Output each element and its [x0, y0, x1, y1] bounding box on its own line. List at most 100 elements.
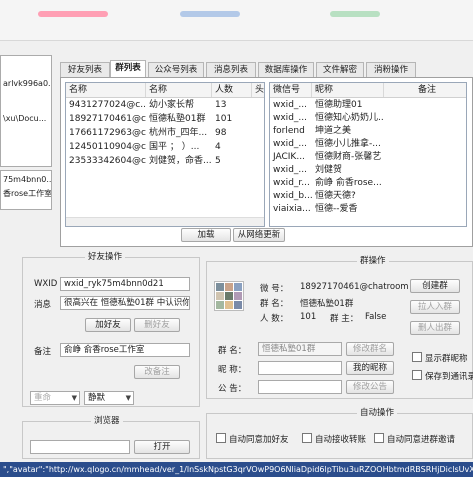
show-group-nick-checkbox[interactable]: 显示群昵称	[412, 352, 468, 364]
column-header[interactable]: 头	[252, 83, 264, 97]
table-row[interactable]: wxid_... 恒德小儿推拿-...	[270, 138, 466, 151]
table-row[interactable]: wxid_r... 俞峥 俞香rose...	[270, 177, 466, 190]
silent-select[interactable]: 静默 ▼	[84, 391, 134, 405]
checkbox-label: 显示群昵称	[425, 354, 468, 364]
horizontal-scrollbar[interactable]	[66, 217, 264, 226]
auto-accept-invite-checkbox[interactable]: 自动同意进群邀请	[374, 433, 455, 445]
table-row[interactable]: forlend 坤道之美	[270, 125, 466, 138]
left-panel-lower: 75m4bnn0... 香rose工作室	[0, 170, 52, 210]
table-cell: 13	[215, 100, 227, 110]
checkbox-label: 自动同意加好友	[229, 435, 289, 445]
column-header[interactable]: 微信号	[270, 83, 312, 97]
left-panel-list[interactable]: arlvk996a0... \xu\Docu...	[0, 55, 52, 167]
group-owner-value: False	[365, 312, 387, 322]
checkbox-box	[374, 433, 384, 443]
tab-groups[interactable]: 群列表	[110, 60, 146, 77]
auto-accept-friend-checkbox[interactable]: 自动同意加好友	[216, 433, 289, 445]
column-header[interactable]: 名称	[66, 83, 146, 97]
table-cell: JACIK...	[273, 152, 305, 162]
table-row[interactable]: 17661172963@c... 杭州市_四年... 98	[66, 127, 264, 140]
group-name-label: 群 名：	[260, 299, 289, 309]
table-cell: wxid_...	[273, 139, 307, 149]
create-group-button[interactable]: 创建群	[410, 279, 460, 293]
add-friend-button[interactable]: 加好友	[85, 318, 131, 332]
group-title: 自动操作	[357, 408, 398, 419]
table-cell: 俞峥 俞香rose...	[315, 178, 382, 188]
remark-field[interactable]: 俞峥 俞香rose工作室	[60, 343, 190, 357]
group-title: 群操作	[357, 256, 389, 267]
table-row[interactable]: 23533342604@c... 刘健贺，命香... 5	[66, 155, 264, 168]
notice-field[interactable]	[258, 380, 342, 394]
column-header[interactable]: 人数	[212, 83, 252, 97]
table-row[interactable]: wxid_... 刘健贺	[270, 164, 466, 177]
checkbox-label: 保存到通讯录	[425, 372, 473, 382]
left-list-item[interactable]: 75m4bnn0...	[1, 171, 51, 186]
browser-url-field[interactable]	[30, 440, 130, 454]
table-cell: 恒德助理01	[315, 100, 363, 110]
left-list-item[interactable]: \xu\Docu...	[1, 111, 51, 126]
group-title: 浏览器	[91, 416, 123, 427]
table-cell: 101	[215, 114, 233, 124]
tab-decrypt[interactable]: 文件解密	[316, 62, 364, 77]
table-row[interactable]: 18927170461@c... 恒德私塾01群 101	[66, 113, 264, 126]
left-list-item[interactable]: 香rose工作室	[1, 186, 51, 201]
table-cell: 18927170461@c...	[69, 114, 146, 124]
edit-notice-button[interactable]: 修改公告	[346, 380, 394, 394]
nickname-field[interactable]	[258, 361, 342, 375]
delete-friend-button[interactable]: 删好友	[134, 318, 180, 332]
tab-database[interactable]: 数据库操作	[258, 62, 314, 77]
auto-receive-transfer-checkbox[interactable]: 自动接收转账	[302, 433, 366, 445]
table-row[interactable]: 12450110904@c... 国平 ； ）... 4	[66, 141, 264, 154]
my-nickname-button[interactable]: 我的昵称	[346, 361, 394, 375]
wxid-field[interactable]: wxid_ryk75m4bnn0d21	[60, 277, 190, 291]
tab-friends[interactable]: 好友列表	[60, 62, 110, 77]
load-button[interactable]: 加载	[181, 228, 231, 242]
group-count-value: 101	[300, 312, 317, 322]
column-header[interactable]: 名称	[146, 83, 212, 97]
select-value: 重命	[34, 393, 52, 403]
rename-label: 群 名：	[218, 346, 247, 356]
message-field[interactable]: 很高兴在 恒德私塾01群 中认识你	[60, 296, 190, 310]
group-name-field[interactable]: 恒德私塾01群	[258, 342, 342, 356]
open-button[interactable]: 打开	[134, 440, 190, 454]
table-cell: 恒德--爱香	[315, 204, 358, 214]
update-from-network-button[interactable]: 从网络更新	[233, 228, 285, 242]
title-blur-2	[180, 11, 240, 17]
column-header[interactable]: 备注	[384, 83, 466, 97]
table-row[interactable]: wxid_... 恒德助理01	[270, 99, 466, 112]
group-list-grid[interactable]: 名称 名称 人数 头 9431277024@c... 幼小家长帮 13 1892…	[65, 82, 265, 227]
tab-official[interactable]: 公众号列表	[148, 62, 204, 77]
checkbox-label: 自动接收转账	[315, 435, 367, 445]
tab-unfollow[interactable]: 消粉操作	[366, 62, 416, 77]
pull-into-group-button[interactable]: 拉人入群	[410, 300, 460, 314]
tab-messages[interactable]: 消息列表	[206, 62, 256, 77]
chevron-down-icon: ▼	[125, 394, 131, 402]
table-row[interactable]: wxid_b... 恒德天德?	[270, 190, 466, 203]
rename-group-button[interactable]: 修改群名	[346, 342, 394, 356]
save-contacts-checkbox[interactable]: 保存到通讯录	[412, 370, 473, 382]
table-cell: wxid_...	[273, 100, 307, 110]
column-header[interactable]: 昵称	[312, 83, 384, 97]
left-list-item[interactable]: arlvk996a0...	[1, 76, 51, 91]
table-cell: 恒德知心奶奶儿...	[315, 113, 384, 123]
rename-select[interactable]: 重命 ▼	[30, 391, 80, 405]
table-cell: wxid_r...	[273, 178, 310, 188]
table-cell: 12450110904@c...	[69, 142, 146, 152]
group-wxid-value: 18927170461@chatroom	[300, 282, 409, 292]
group-name-value: 恒德私塾01群	[300, 299, 354, 309]
table-row[interactable]: JACIK... 恒德财商-张馨艺	[270, 151, 466, 164]
edit-remark-button[interactable]: 改备注	[134, 365, 180, 379]
member-list-grid[interactable]: 微信号 昵称 备注 wxid_... 恒德助理01 wxid_... 恒德知心奶…	[269, 82, 467, 227]
table-cell: 刘健贺	[315, 165, 343, 175]
title-blur-3	[330, 11, 380, 17]
table-row[interactable]: 9431277024@c... 幼小家长帮 13	[66, 99, 264, 112]
table-cell: 恒德私塾01群	[149, 114, 206, 124]
wxid-label: WXID	[34, 279, 58, 289]
table-row[interactable]: wxid_... 恒德知心奶奶儿...	[270, 112, 466, 125]
main-tabs: 好友列表 群列表 公众号列表 消息列表 数据库操作 文件解密 消粉操作	[60, 60, 473, 78]
kick-from-group-button[interactable]: 删人出群	[410, 321, 460, 335]
nick-label: 昵 称：	[218, 365, 247, 375]
table-row[interactable]: viaixia... 恒德--爱香	[270, 203, 466, 216]
table-cell: 国平 ； ）...	[149, 142, 200, 152]
group-wxid-label: 微 号：	[260, 284, 289, 294]
